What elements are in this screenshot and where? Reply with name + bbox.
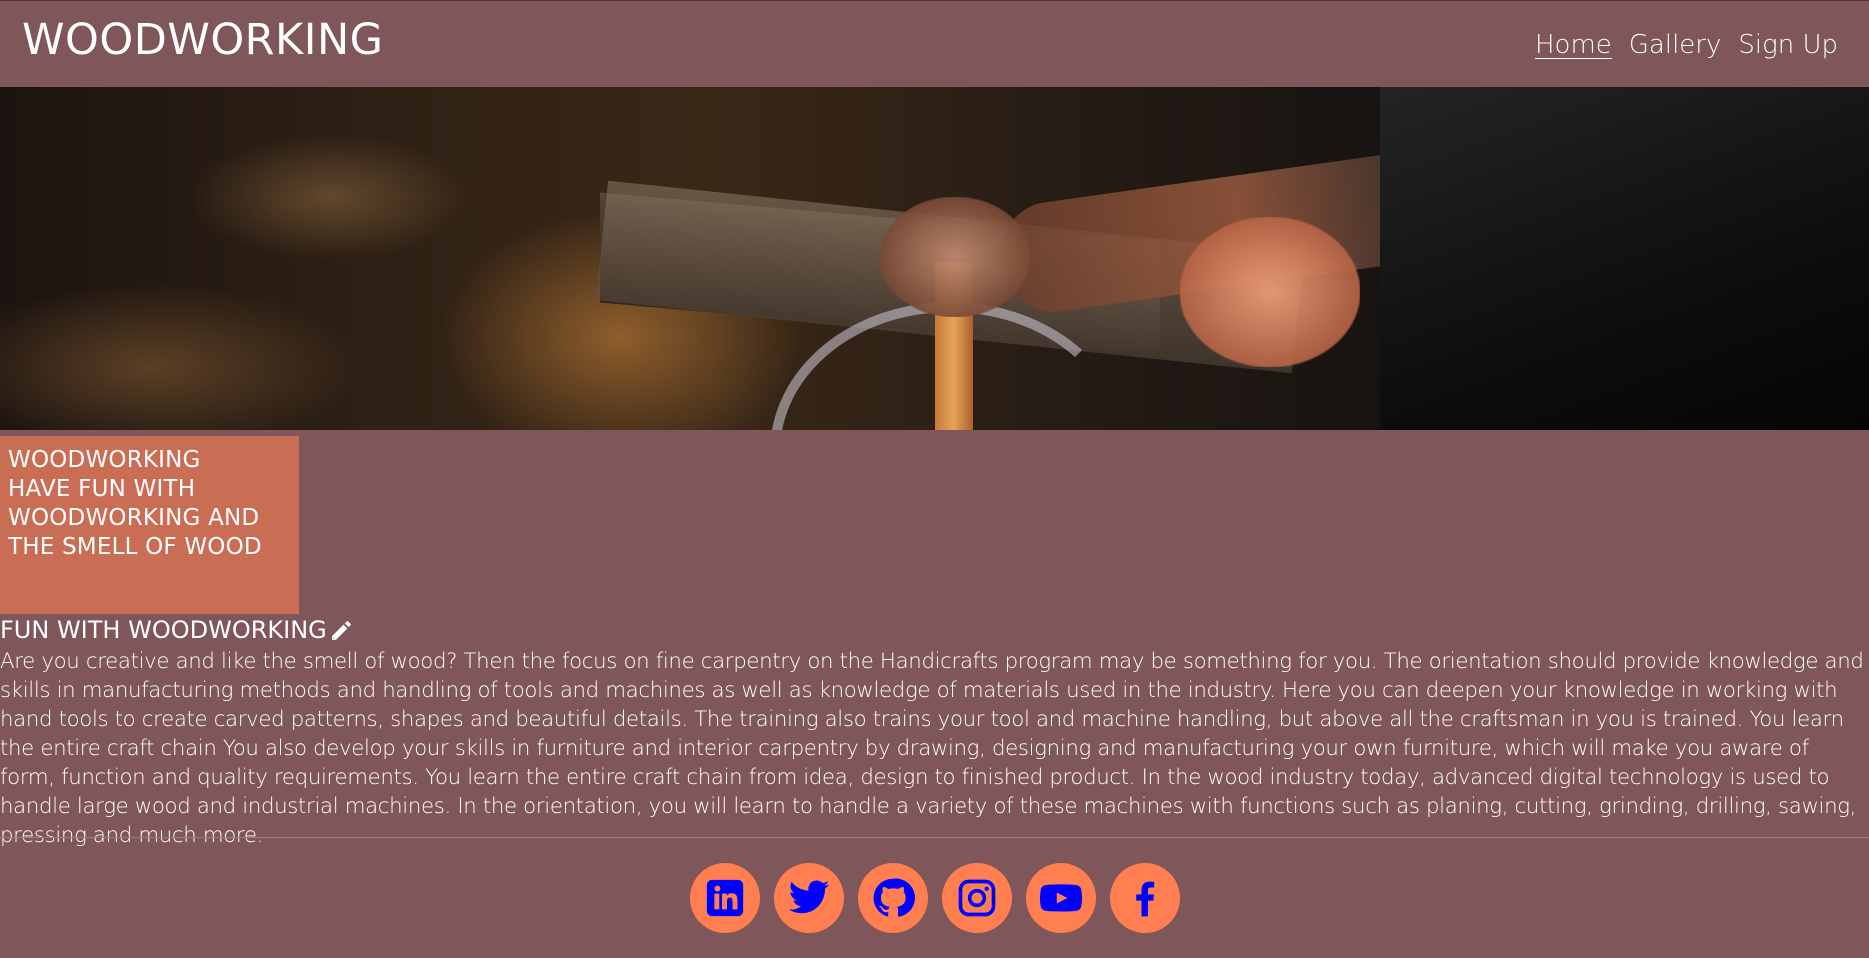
section-title-text: FUN WITH WOODWORKING	[0, 616, 327, 644]
site-logo[interactable]: WOODWORKING	[22, 15, 383, 65]
facebook-icon	[1136, 881, 1155, 917]
hero-sleeve	[1380, 87, 1869, 430]
hero-image	[0, 87, 1869, 430]
github-icon	[873, 878, 915, 917]
hero-right-hand	[1180, 217, 1360, 367]
facebook-button[interactable]	[1110, 863, 1180, 933]
linkedin-button[interactable]	[690, 863, 760, 933]
tagline-box: WOODWORKING HAVE FUN WITH WOODWORKING AN…	[0, 436, 299, 614]
tagline-line: WOODWORKING	[8, 447, 201, 473]
tagline-line: HAVE FUN WITH	[8, 476, 196, 502]
instagram-icon	[958, 879, 996, 917]
page: WOODWORKING Home Gallery Sign Up WOODWOR…	[0, 0, 1869, 958]
youtube-icon	[1039, 884, 1083, 912]
social-links	[690, 863, 1180, 933]
twitter-icon	[788, 880, 830, 914]
instagram-button[interactable]	[942, 863, 1012, 933]
github-button[interactable]	[858, 863, 928, 933]
hero-left-hand	[880, 197, 1030, 317]
main-nav: Home Gallery Sign Up	[1535, 30, 1838, 60]
footer-divider	[0, 837, 1869, 838]
nav-link-home[interactable]: Home	[1535, 30, 1612, 60]
nav-link-sign-up[interactable]: Sign Up	[1738, 30, 1838, 60]
tagline-line: THE SMELL OF WOOD	[8, 534, 262, 560]
twitter-button[interactable]	[774, 863, 844, 933]
site-header: WOODWORKING Home Gallery Sign Up	[0, 0, 1869, 87]
nav-link-gallery[interactable]: Gallery	[1629, 30, 1722, 60]
youtube-button[interactable]	[1026, 863, 1096, 933]
linkedin-icon	[706, 879, 744, 917]
tagline-line: WOODWORKING AND	[8, 505, 260, 531]
pencil-icon	[329, 618, 354, 643]
article-body: Are you creative and like the smell of w…	[0, 649, 1864, 848]
section-title: FUN WITH WOODWORKING	[0, 616, 354, 644]
